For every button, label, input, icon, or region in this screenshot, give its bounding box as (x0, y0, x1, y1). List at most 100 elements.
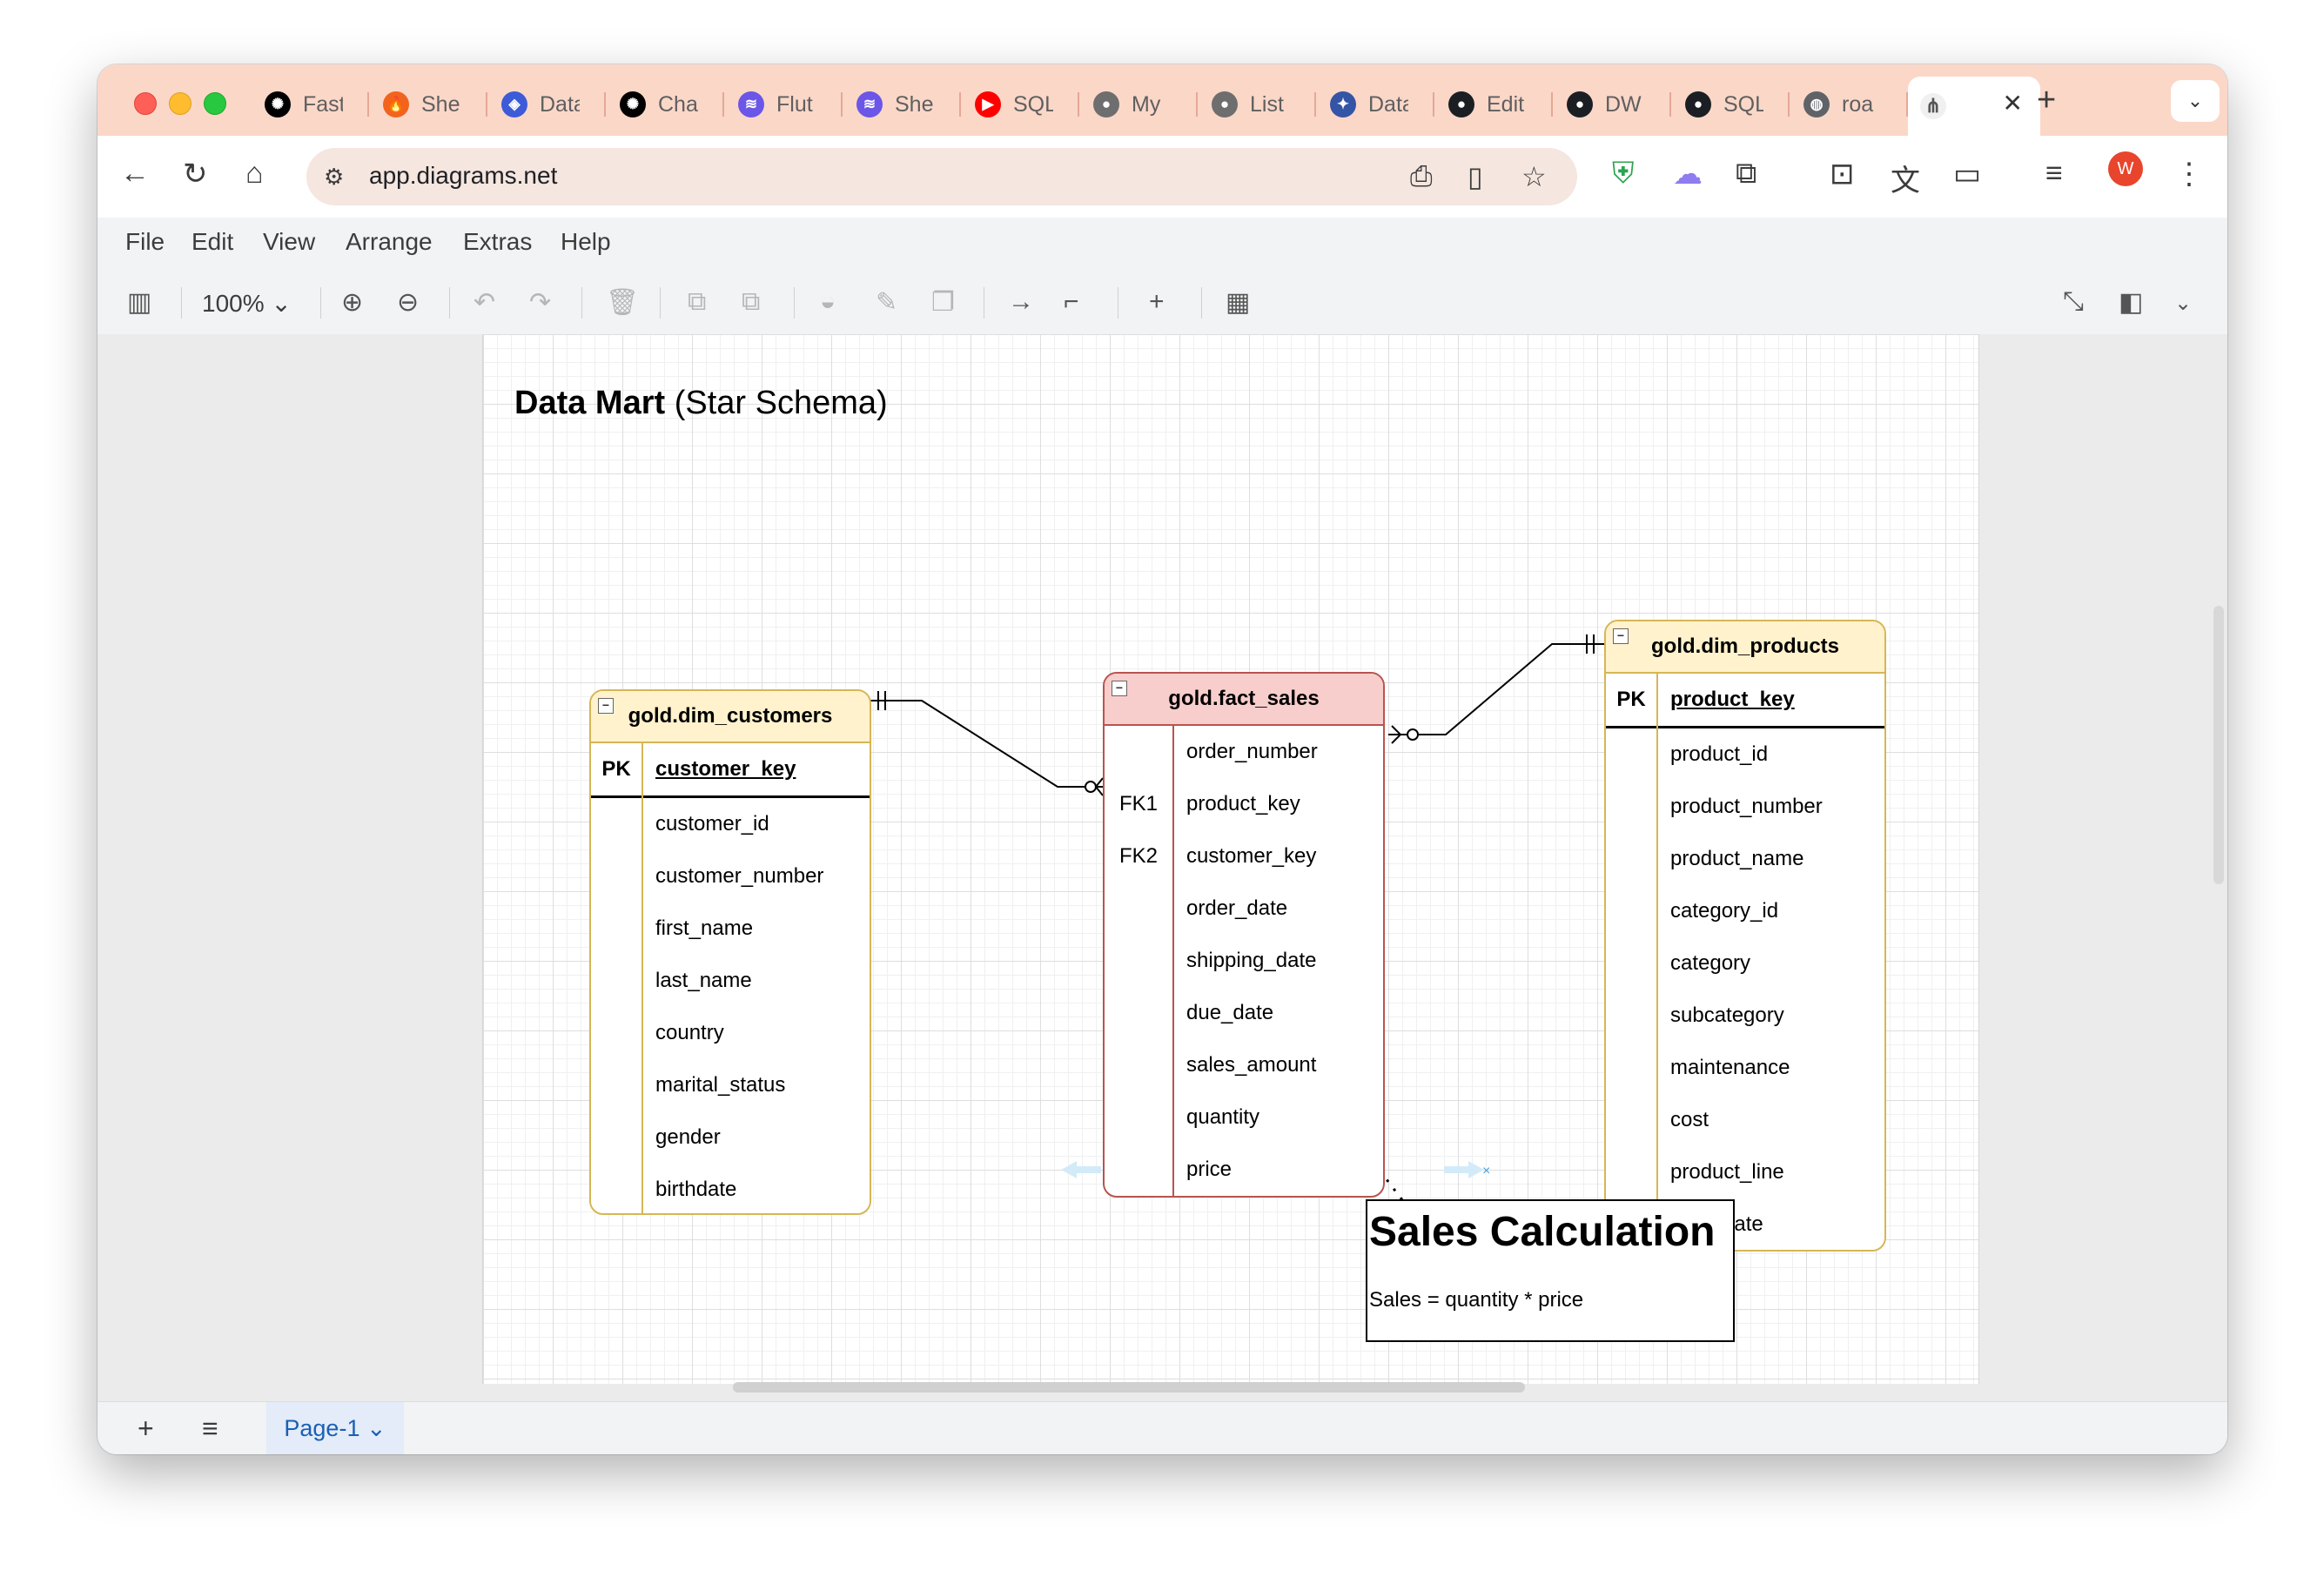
collapse-toolbar-icon[interactable]: ⌄ (2174, 291, 2192, 316)
table-header[interactable]: − gold.dim_customers (591, 691, 870, 743)
table-row[interactable]: product_line (1606, 1146, 1884, 1198)
address-bar[interactable]: ⚙ app.diagrams.net ⎙ ▯ ☆ (306, 148, 1577, 205)
shadow-icon[interactable]: ❐ (931, 287, 955, 318)
table-dim-customers[interactable]: − gold.dim_customers PK customer_key cus… (589, 689, 871, 1215)
minimize-window-button[interactable] (169, 92, 191, 115)
browser-tab[interactable]: ✦ Data (1318, 80, 1434, 129)
maximize-window-button[interactable] (204, 92, 226, 115)
menu-edit[interactable]: Edit (191, 228, 233, 256)
undo-icon[interactable]: ↶ (474, 287, 495, 318)
to-front-icon[interactable]: ⧉ (688, 287, 706, 317)
table-row[interactable]: gender (591, 1111, 870, 1164)
table-row[interactable]: due_date (1105, 987, 1383, 1039)
line-color-icon[interactable]: ✎ (876, 287, 897, 318)
chrome-menu-icon[interactable]: ⋮ (2174, 157, 2204, 191)
to-back-icon[interactable]: ⧉ (742, 287, 760, 317)
reading-mode-icon[interactable]: ▭ (1953, 157, 1981, 191)
diagram-canvas[interactable]: Data Mart (Star Schema) × − gold.dim_cus… (482, 334, 1979, 1384)
reload-icon[interactable]: ↻ (183, 157, 208, 191)
vertical-scrollbar[interactable] (2213, 606, 2224, 884)
table-row[interactable]: subcategory (1606, 990, 1884, 1042)
browser-tab[interactable]: ✺ Cha (608, 80, 724, 129)
sales-calculation-note[interactable]: Sales Calculation Sales = quantity * pri… (1366, 1199, 1735, 1342)
delete-icon[interactable]: 🗑 (606, 287, 639, 318)
menu-extras[interactable]: Extras (463, 228, 532, 256)
page-tab[interactable]: Page-1 ⌄ (266, 1402, 404, 1454)
bookmark-star-icon[interactable]: ☆ (1521, 160, 1547, 193)
new-tab-button[interactable]: + (2037, 82, 2056, 119)
connection-arrow-icon[interactable]: → (1008, 287, 1034, 317)
close-window-button[interactable] (134, 92, 157, 115)
extensions-puzzle-icon[interactable]: ⧉ (1736, 157, 1756, 191)
table-row[interactable]: customer_id (591, 798, 870, 850)
profile-avatar[interactable]: W (2108, 151, 2143, 186)
screenshot-icon[interactable]: ⊡ (1830, 157, 1855, 191)
browser-tab[interactable]: ≋ She (844, 80, 961, 129)
table-row[interactable]: order_number (1105, 726, 1383, 778)
zoom-dropdown[interactable]: 100% ⌄ (202, 289, 292, 318)
table-row[interactable]: quantity (1105, 1091, 1383, 1144)
table-icon[interactable]: ▦ (1226, 287, 1250, 318)
browser-tab[interactable]: ● DW (1555, 80, 1671, 129)
collapse-icon[interactable]: − (598, 698, 614, 714)
table-row[interactable]: first_name (591, 903, 870, 955)
browser-tab[interactable]: ◈ Data (489, 80, 606, 129)
home-icon[interactable]: ⌂ (245, 157, 264, 191)
table-row[interactable]: FK1 product_key (1105, 778, 1383, 830)
table-row[interactable]: product_name (1606, 833, 1884, 885)
fill-color-icon[interactable]: ◒ (820, 287, 836, 317)
menu-arrange[interactable]: Arrange (346, 228, 433, 256)
table-fact-sales[interactable]: − gold.fact_sales order_number FK1 product… (1103, 672, 1385, 1198)
table-row[interactable]: sales_amount (1105, 1039, 1383, 1091)
table-row[interactable]: FK2 customer_key (1105, 830, 1383, 883)
table-row[interactable]: last_name (591, 955, 870, 1007)
table-row-pk[interactable]: PK customer_key (591, 743, 870, 798)
browser-tab[interactable]: ✺ Fast (252, 80, 369, 129)
menu-help[interactable]: Help (561, 228, 611, 256)
table-row[interactable]: product_id (1606, 728, 1884, 781)
install-app-icon[interactable]: ⎙ (1410, 160, 1433, 193)
site-settings-icon[interactable]: ⚙ (324, 164, 344, 191)
translate-icon[interactable]: 文 (1891, 157, 1920, 199)
media-controls-icon[interactable]: ≡ (2045, 157, 2063, 191)
shield-extension-icon[interactable]: ⛨ (1612, 157, 1635, 191)
menu-file[interactable]: File (125, 228, 165, 256)
url-text[interactable]: app.diagrams.net (369, 162, 557, 190)
table-header[interactable]: − gold.dim_products (1606, 621, 1884, 674)
browser-tab[interactable]: ◍ roa (1791, 80, 1908, 129)
browser-tab[interactable]: ● SQL (1673, 80, 1790, 129)
table-row[interactable]: country (591, 1007, 870, 1059)
table-row[interactable]: maintenance (1606, 1042, 1884, 1094)
table-row[interactable]: marital_status (591, 1059, 870, 1111)
table-row[interactable]: product_number (1606, 781, 1884, 833)
table-row-pk[interactable]: PK product_key (1606, 674, 1884, 728)
menu-view[interactable]: View (263, 228, 315, 256)
browser-tab[interactable]: ≋ Flut (726, 80, 843, 129)
browser-tab[interactable]: ● My (1081, 80, 1198, 129)
hover-arrow-left[interactable] (1061, 1161, 1101, 1178)
customers-to-fact-connector[interactable] (868, 700, 1103, 788)
zoom-in-icon[interactable]: ⊕ (341, 287, 363, 318)
table-row[interactable]: birthdate (591, 1164, 870, 1213)
back-icon[interactable]: ← (120, 157, 150, 191)
page-icon[interactable]: ▯ (1468, 160, 1483, 193)
redo-icon[interactable]: ↷ (529, 287, 551, 318)
waypoints-icon[interactable]: ⌐ (1064, 287, 1079, 317)
table-dim-products[interactable]: − gold.dim_products PK product_key produ… (1604, 620, 1886, 1252)
table-row[interactable]: category_id (1606, 885, 1884, 937)
fact-to-products-connector[interactable] (1388, 643, 1604, 735)
close-tab-icon[interactable]: ✕ (2003, 89, 2023, 117)
tab-active-drawio[interactable]: ⋔ ✕ (1908, 77, 2040, 136)
pages-menu-icon[interactable]: ≡ (202, 1413, 218, 1445)
tab-search-button[interactable]: ⌄ (2171, 80, 2220, 122)
format-panel-icon[interactable]: ◧ (2119, 287, 2143, 318)
hover-arrow-right[interactable] (1444, 1161, 1484, 1178)
browser-tab[interactable]: ▶ SQL (963, 80, 1079, 129)
table-row[interactable]: category (1606, 937, 1884, 990)
insert-plus-icon[interactable]: + (1149, 287, 1165, 317)
table-row[interactable]: order_date (1105, 883, 1383, 935)
table-row[interactable]: customer_number (591, 850, 870, 903)
table-header[interactable]: − gold.fact_sales (1105, 674, 1383, 726)
table-row[interactable]: cost (1606, 1094, 1884, 1146)
add-page-icon[interactable]: + (138, 1413, 154, 1445)
